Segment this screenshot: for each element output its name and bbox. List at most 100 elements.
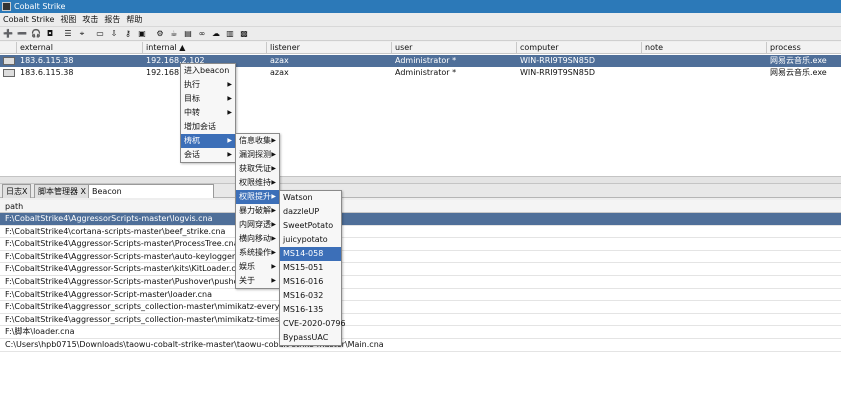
list-item[interactable]: F:\CobaltStrike4\aggressor_scripts_colle… (0, 301, 841, 314)
chevron-right-icon: ▶ (271, 263, 276, 270)
app-icon (2, 2, 11, 11)
download-icon[interactable]: ⇩ (109, 29, 119, 39)
coffee-icon[interactable]: ☕ (169, 29, 179, 39)
chevron-right-icon: ▶ (271, 193, 276, 200)
document-icon[interactable]: ▤ (183, 29, 193, 39)
list-item[interactable]: F:\脚本\loader.cna (0, 326, 841, 339)
submenu-persistence[interactable]: 权限维持 ▶ (236, 176, 279, 190)
chevron-right-icon: ▶ (271, 151, 276, 158)
key-icon[interactable]: ⚷ (123, 29, 133, 39)
list-item[interactable]: F:\CobaltStrike4\cortana-scripts-master\… (0, 226, 841, 239)
list-item[interactable]: F:\CobaltStrike4\Aggressor-Script-master… (0, 289, 841, 302)
cell-computer: WIN-RRI9T9SN85D (520, 68, 596, 77)
cell-computer: WIN-RRI9T9SN85D (520, 56, 596, 65)
menu-item-session[interactable]: 会话 ▶ (181, 148, 235, 162)
cloud-icon[interactable]: ☁ (211, 29, 221, 39)
beacon-table: 183.6.115.38 192.168.2.102 azax Administ… (0, 54, 841, 176)
gear-icon[interactable]: ⚙ (155, 29, 165, 39)
list-item[interactable]: F:\CobaltStrike4\AggressorScripts-master… (0, 213, 841, 226)
privesc-sweetpotato[interactable]: SweetPotato (280, 219, 341, 233)
privesc-juicypotato[interactable]: juicypotato (280, 233, 341, 247)
cell-user: Administrator * (395, 68, 457, 77)
cube-icon[interactable]: ▩ (239, 29, 249, 39)
list-item[interactable]: F:\CobaltStrike4\Aggressor-Scripts-maste… (0, 238, 841, 251)
column-listener[interactable]: listener (267, 42, 392, 54)
privesc-ms16-032[interactable]: MS16-032 (280, 289, 341, 303)
privesc-ms16-135[interactable]: MS16-135 (280, 303, 341, 317)
connect-icon[interactable]: ◘ (45, 29, 55, 39)
tab-script-manager[interactable]: 脚本管理器 X (34, 184, 91, 198)
menu-item-spawn[interactable]: 增加会话 (181, 120, 235, 134)
privesc-dazzleup[interactable]: dazzleUP (280, 205, 341, 219)
menu-item-taowu[interactable]: 梼杌 ▶ (181, 134, 235, 148)
submenu-privesc[interactable]: 权限提升 ▶ (236, 190, 279, 204)
screen-icon[interactable]: ▭ (95, 29, 105, 39)
list-item[interactable]: F:\CobaltStrike4\Aggressor-Scripts-maste… (0, 251, 841, 264)
column-external[interactable]: external (17, 42, 143, 54)
book-icon[interactable]: ▥ (225, 29, 235, 39)
menu-cobalt-strike[interactable]: Cobalt Strike (3, 15, 54, 24)
submenu-credentials[interactable]: 获取凭证 ▶ (236, 162, 279, 176)
menu-item-pivoting[interactable]: 中转 ▶ (181, 106, 235, 120)
submenu-bruteforce[interactable]: 暴力破解 ▶ (236, 204, 279, 218)
list-item[interactable]: C:\Users\hpb0715\Downloads\taowu-cobalt-… (0, 339, 841, 352)
privesc-ms14-058[interactable]: MS14-058 (280, 247, 341, 261)
tab-event-log[interactable]: 日志X (2, 184, 32, 198)
column-icon (0, 42, 17, 54)
privesc-bypassuac[interactable]: BypassUAC (280, 331, 341, 345)
taowu-submenu: 信息收集 ▶ 漏洞探测 ▶ 获取凭证 ▶ 权限维持 ▶ 权限提升 ▶ 暴力破解 ▶ 内网穿透… (235, 133, 280, 289)
target-icon[interactable]: ⌖ (77, 29, 87, 39)
list-item[interactable]: F:\CobaltStrike4\aggressor_scripts_colle… (0, 314, 841, 327)
cell-note (642, 67, 767, 79)
column-computer[interactable]: computer (517, 42, 642, 54)
list-icon[interactable]: ☰ (63, 29, 73, 39)
column-note[interactable]: note (642, 42, 767, 54)
beacon-table-header: external internal ▲ listener user comput… (0, 42, 841, 54)
table-row[interactable]: 183.6.115.38 192.168. azax Administrator… (0, 67, 841, 79)
privesc-submenu: Watson dazzleUP SweetPotato juicypotato … (279, 190, 346, 346)
privesc-ms15-051[interactable]: MS15-051 (280, 261, 341, 275)
chevron-right-icon: ▶ (271, 207, 276, 214)
submenu-system[interactable]: 系统操作 ▶ (236, 246, 279, 260)
scripts-path-header[interactable]: path (0, 200, 841, 213)
chevron-right-icon: ▶ (271, 137, 276, 144)
link-icon[interactable]: ∞ (197, 29, 207, 39)
cell-listener: azax (270, 68, 289, 77)
submenu-info-collect[interactable]: 信息收集 ▶ (236, 134, 279, 148)
privesc-watson[interactable]: Watson (280, 191, 341, 205)
pane-splitter[interactable] (0, 176, 841, 184)
privesc-ms16-016[interactable]: MS16-016 (280, 275, 341, 289)
cell-user: Administrator * (395, 56, 457, 65)
chevron-right-icon: ▶ (227, 151, 232, 158)
list-item[interactable]: F:\CobaltStrike4\Aggressor-Scripts-maste… (0, 276, 841, 289)
menu-view[interactable]: 视图 (60, 14, 76, 25)
menu-attacks[interactable]: 攻击 (82, 14, 98, 25)
column-user[interactable]: user (392, 42, 517, 54)
image-icon[interactable]: ▣ (137, 29, 147, 39)
chevron-right-icon: ▶ (227, 81, 232, 88)
table-row[interactable]: 183.6.115.38 192.168.2.102 azax Administ… (0, 55, 841, 67)
submenu-tunneling[interactable]: 内网穿透 ▶ (236, 218, 279, 232)
submenu-lateral[interactable]: 横向移动 ▶ (236, 232, 279, 246)
plus-icon[interactable]: ➕ (3, 29, 13, 39)
menu-item-interact[interactable]: 进入beacon (181, 64, 235, 78)
menu-reporting[interactable]: 报告 (104, 14, 120, 25)
chevron-right-icon: ▶ (271, 179, 276, 186)
list-item[interactable]: F:\CobaltStrike4\Aggressor-Scripts-maste… (0, 263, 841, 276)
submenu-about[interactable]: 关于 ▶ (236, 274, 279, 288)
headphones-icon[interactable]: 🎧 (31, 29, 41, 39)
tab-beacon[interactable]: Beacon 192.168.2.102@1720 X (88, 184, 214, 209)
minus-icon[interactable]: ➖ (17, 29, 27, 39)
chevron-right-icon: ▶ (227, 109, 232, 116)
menu-help[interactable]: 帮助 (126, 14, 142, 25)
menu-item-execute[interactable]: 执行 ▶ (181, 78, 235, 92)
privesc-cve-2020-0796[interactable]: CVE-2020-0796 (280, 317, 346, 331)
submenu-vuln-detect[interactable]: 漏洞探测 ▶ (236, 148, 279, 162)
column-process[interactable]: process (767, 42, 841, 54)
tab-bar: 日志X 脚本管理器 X Beacon 192.168.2.102@1720 X (0, 184, 841, 209)
context-menu: 进入beacon 执行 ▶ 目标 ▶ 中转 ▶ 增加会话 梼杌 ▶ 会话 ▶ (180, 63, 236, 163)
column-internal[interactable]: internal ▲ (143, 42, 267, 54)
menu-item-explore[interactable]: 目标 ▶ (181, 92, 235, 106)
cell-external: 183.6.115.38 (20, 56, 74, 65)
submenu-fun[interactable]: 娱乐 ▶ (236, 260, 279, 274)
